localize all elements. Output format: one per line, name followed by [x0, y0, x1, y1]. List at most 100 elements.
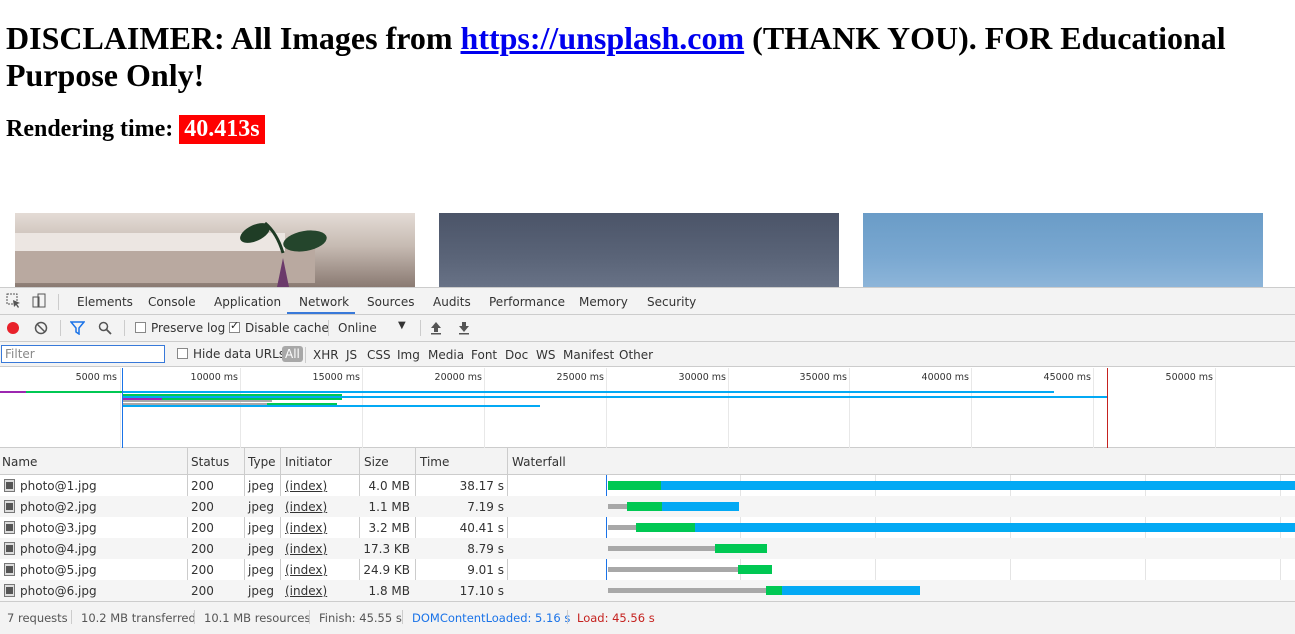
- waterfall-wait-bar[interactable]: [608, 567, 738, 572]
- preserve-log-checkbox[interactable]: Preserve log: [135, 321, 225, 335]
- unsplash-link[interactable]: https://unsplash.com: [461, 20, 745, 56]
- tab-audits[interactable]: Audits: [433, 295, 471, 309]
- column-type[interactable]: Type: [248, 455, 276, 469]
- column-time[interactable]: Time: [420, 455, 449, 469]
- device-toolbar-icon[interactable]: [31, 293, 47, 309]
- request-size: 1.8 MB: [368, 584, 410, 598]
- column-size[interactable]: Size: [364, 455, 389, 469]
- column-status[interactable]: Status: [191, 455, 229, 469]
- request-name[interactable]: photo@1.jpg: [20, 479, 97, 493]
- waterfall-download-bar[interactable]: [662, 502, 739, 511]
- column-initiator[interactable]: Initiator: [285, 455, 332, 469]
- table-row[interactable]: photo@1.jpg 200 jpeg (index) 4.0 MB 38.1…: [0, 475, 1295, 496]
- preserve-log-box[interactable]: [135, 322, 146, 333]
- table-row[interactable]: photo@2.jpg 200 jpeg (index) 1.1 MB 7.19…: [0, 496, 1295, 517]
- request-name[interactable]: photo@4.jpg: [20, 542, 97, 556]
- waterfall-download-bar[interactable]: [782, 586, 920, 595]
- export-har-icon[interactable]: [458, 321, 474, 337]
- inspect-element-icon[interactable]: [6, 293, 22, 309]
- page-content: DISCLAIMER: All Images from https://unsp…: [0, 0, 1295, 287]
- request-name[interactable]: photo@6.jpg: [20, 584, 97, 598]
- filter-icon[interactable]: [69, 321, 86, 337]
- filter-type-js[interactable]: JS: [346, 348, 357, 362]
- filter-type-other[interactable]: Other: [619, 348, 653, 362]
- tab-console[interactable]: Console: [148, 295, 196, 309]
- request-time: 40.41 s: [459, 521, 504, 535]
- import-har-icon[interactable]: [430, 321, 446, 337]
- filter-type-font[interactable]: Font: [471, 348, 497, 362]
- filter-input[interactable]: [1, 345, 165, 363]
- dcl-marker: [122, 368, 123, 448]
- summary-divider: [567, 610, 568, 624]
- waterfall-ttfb-bar[interactable]: [715, 544, 767, 553]
- active-tab-indicator: [287, 312, 355, 314]
- request-initiator[interactable]: (index): [285, 521, 327, 535]
- overview-bar: [122, 405, 540, 407]
- disable-cache-box[interactable]: [229, 319, 240, 333]
- clear-icon[interactable]: [34, 321, 50, 337]
- table-row[interactable]: photo@4.jpg 200 jpeg (index) 17.3 KB 8.7…: [0, 538, 1295, 559]
- rendering-time: Rendering time: 40.413s: [6, 114, 265, 144]
- waterfall-ttfb-bar[interactable]: [766, 586, 782, 595]
- filter-type-css[interactable]: CSS: [367, 348, 391, 362]
- plant-photo-image: [15, 221, 327, 287]
- tab-network[interactable]: Network: [299, 295, 349, 309]
- network-overview[interactable]: 5000 ms 10000 ms 15000 ms 20000 ms 25000…: [0, 368, 1295, 448]
- overview-bar: [162, 398, 342, 400]
- hide-data-urls-checkbox[interactable]: Hide data URLs: [177, 347, 285, 361]
- tab-security[interactable]: Security: [647, 295, 696, 309]
- filter-type-ws[interactable]: WS: [536, 348, 555, 362]
- tab-application[interactable]: Application: [214, 295, 281, 309]
- waterfall-ttfb-bar[interactable]: [738, 565, 772, 574]
- tab-elements[interactable]: Elements: [77, 295, 133, 309]
- filter-type-img[interactable]: Img: [397, 348, 420, 362]
- request-table-header: Name Status Type Initiator Size Time Wat…: [0, 448, 1295, 475]
- filter-type-xhr[interactable]: XHR: [313, 348, 339, 362]
- request-initiator[interactable]: (index): [285, 479, 327, 493]
- waterfall-wait-bar[interactable]: [608, 504, 627, 509]
- record-icon[interactable]: [6, 321, 22, 337]
- filter-type-media[interactable]: Media: [428, 348, 464, 362]
- request-initiator[interactable]: (index): [285, 563, 327, 577]
- image-file-icon: [4, 584, 15, 597]
- overview-tick: 45000 ms: [1043, 372, 1091, 383]
- filter-type-manifest[interactable]: Manifest: [563, 348, 614, 362]
- table-row[interactable]: photo@6.jpg 200 jpeg (index) 1.8 MB 17.1…: [0, 580, 1295, 601]
- waterfall-ttfb-bar[interactable]: [627, 502, 662, 511]
- hide-data-urls-box[interactable]: [177, 348, 188, 359]
- waterfall-wait-bar[interactable]: [608, 546, 715, 551]
- table-row[interactable]: photo@3.jpg 200 jpeg (index) 3.2 MB 40.4…: [0, 517, 1295, 538]
- tab-memory[interactable]: Memory: [579, 295, 628, 309]
- filter-type-doc[interactable]: Doc: [505, 348, 528, 362]
- waterfall-wait-bar[interactable]: [608, 525, 636, 530]
- request-name[interactable]: photo@5.jpg: [20, 563, 97, 577]
- table-row[interactable]: photo@5.jpg 200 jpeg (index) 24.9 KB 9.0…: [0, 559, 1295, 580]
- request-name[interactable]: photo@3.jpg: [20, 521, 97, 535]
- request-size: 24.9 KB: [363, 563, 410, 577]
- chevron-down-icon[interactable]: ▼: [398, 320, 406, 331]
- request-type: jpeg: [248, 479, 274, 493]
- request-initiator[interactable]: (index): [285, 584, 327, 598]
- request-initiator[interactable]: (index): [285, 500, 327, 514]
- waterfall-download-bar[interactable]: [661, 481, 1295, 490]
- summary-divider: [194, 610, 195, 624]
- waterfall-ttfb-bar[interactable]: [636, 523, 695, 532]
- search-icon[interactable]: [98, 321, 114, 337]
- throttle-select[interactable]: Online: [338, 321, 377, 335]
- request-time: 38.17 s: [459, 479, 504, 493]
- filter-divider: [305, 347, 306, 363]
- request-name[interactable]: photo@2.jpg: [20, 500, 97, 514]
- column-name[interactable]: Name: [2, 455, 37, 469]
- network-summary-bar: 7 requests 10.2 MB transferred 10.1 MB r…: [0, 601, 1295, 634]
- disable-cache-label: Disable cache: [245, 321, 329, 335]
- waterfall-wait-bar[interactable]: [608, 588, 766, 593]
- column-waterfall[interactable]: Waterfall: [512, 455, 566, 469]
- request-initiator[interactable]: (index): [285, 542, 327, 556]
- filter-type-all[interactable]: All: [282, 346, 303, 362]
- hide-data-urls-label: Hide data URLs: [193, 347, 286, 361]
- tab-sources[interactable]: Sources: [367, 295, 414, 309]
- waterfall-download-bar[interactable]: [695, 523, 1295, 532]
- disable-cache-checkbox[interactable]: Disable cache: [229, 319, 329, 335]
- waterfall-ttfb-bar[interactable]: [608, 481, 661, 490]
- tab-performance[interactable]: Performance: [489, 295, 565, 309]
